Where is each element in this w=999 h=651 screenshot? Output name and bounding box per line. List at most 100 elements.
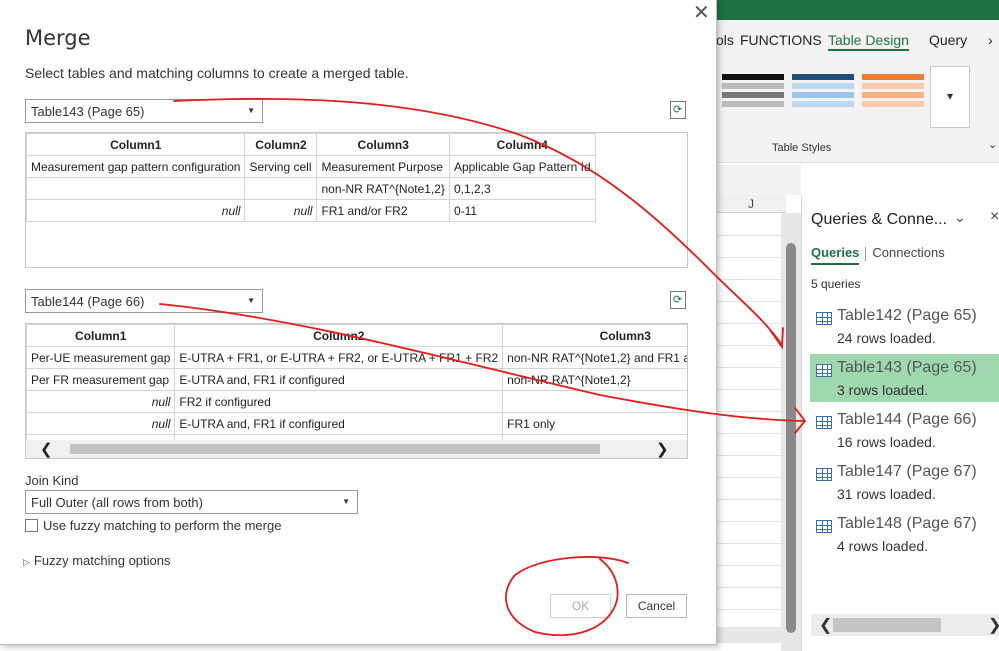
- fuzzy-options-expander[interactable]: ▷ Fuzzy matching options: [23, 553, 171, 568]
- expand-triangle-icon: ▷: [23, 557, 30, 567]
- cell: FR1 only: [502, 412, 687, 435]
- cell: 0-11: [448, 199, 596, 222]
- column-header[interactable]: Column1: [26, 133, 246, 156]
- column-header[interactable]: Column4: [448, 133, 596, 156]
- cell: Measurement gap pattern configuration: [26, 155, 246, 178]
- cell-null: null: [26, 390, 176, 413]
- tab-connections[interactable]: Connections: [872, 245, 944, 260]
- dialog-title: Merge: [25, 26, 91, 50]
- merge-dialog: ✕ Merge Select tables and matching colum…: [0, 0, 717, 645]
- table-style-dark[interactable]: [722, 74, 784, 120]
- table1-select[interactable]: Table143 (Page 65) ▼: [25, 99, 263, 123]
- table-row: null null FR1 and/or FR2 0-11: [26, 199, 596, 222]
- close-icon[interactable]: ✕: [693, 0, 710, 25]
- table2-horizontal-scrollbar[interactable]: ❮ ❯: [26, 440, 687, 458]
- tab-queries[interactable]: Queries: [811, 245, 860, 265]
- ribbon-tab-functions[interactable]: FUNCTIONS: [740, 32, 822, 48]
- table-style-orange[interactable]: [862, 74, 924, 120]
- table-row: null E-UTRA and, FR1 if configured FR1 o…: [26, 412, 687, 435]
- query-name: Table142 (Page 65): [837, 307, 977, 324]
- chevron-down-icon: ▼: [342, 497, 350, 506]
- cell-null: null: [26, 199, 246, 222]
- cell: FR1 and/or FR2: [316, 199, 450, 222]
- queries-pane-tabs: Queries Connections: [811, 245, 945, 265]
- scroll-right-icon[interactable]: ❯: [988, 615, 999, 635]
- table-row: Per FR measurement gap E-UTRA and, FR1 i…: [26, 368, 687, 391]
- cell: FR2 if configured: [174, 390, 504, 413]
- table-row: Measurement gap pattern configuration Se…: [26, 155, 596, 178]
- column-header[interactable]: Column3: [502, 324, 687, 347]
- query-item[interactable]: Table142 (Page 65) 24 rows loaded.: [810, 302, 999, 350]
- pane-scroll-thumb[interactable]: [833, 618, 941, 632]
- query-rows: 3 rows loaded.: [837, 382, 929, 398]
- cell-null: null: [502, 390, 687, 413]
- query-rows: 24 rows loaded.: [837, 330, 936, 346]
- column-header-j[interactable]: J: [716, 195, 786, 213]
- fuzzy-matching-label: Use fuzzy matching to perform the merge: [43, 518, 282, 533]
- cell: Serving cell: [244, 155, 318, 178]
- fuzzy-matching-option[interactable]: Use fuzzy matching to perform the merge: [25, 518, 281, 533]
- table-styles-label: Table Styles: [772, 142, 832, 154]
- query-item-selected[interactable]: Table143 (Page 65) 3 rows loaded.: [810, 354, 999, 402]
- cell: Measurement Purpose: [316, 155, 450, 178]
- ribbon-tab-bar: ols FUNCTIONS Table Design Query ›: [716, 20, 999, 58]
- formula-strip: [716, 165, 801, 195]
- cell: 0,1,2,3: [448, 177, 596, 200]
- query-item[interactable]: Table144 (Page 66) 16 rows loaded.: [810, 406, 999, 454]
- table2-scroll-thumb[interactable]: [70, 444, 600, 454]
- chevron-down-icon: ▼: [247, 296, 255, 305]
- cell: E-UTRA + FR1, or E-UTRA + FR2, or E-UTRA…: [174, 346, 504, 369]
- ribbon-tab-tools[interactable]: ols: [716, 32, 734, 48]
- ok-button[interactable]: OK: [550, 594, 611, 618]
- cell: E-UTRA and, FR1 if configured: [174, 368, 504, 391]
- table-row: Per-UE measurement gap E-UTRA + FR1, or …: [26, 346, 687, 369]
- scroll-left-icon[interactable]: ❮: [819, 615, 832, 635]
- refresh-preview-icon[interactable]: ⟳: [670, 291, 686, 309]
- pane-options-chevron-icon[interactable]: ⌄: [954, 209, 966, 226]
- table2-select-value: Table144 (Page 66): [31, 294, 145, 309]
- query-name: Table143 (Page 65): [837, 359, 977, 376]
- sheet-vertical-scrollbar[interactable]: [781, 213, 801, 651]
- column-header[interactable]: Column1: [26, 324, 176, 347]
- join-kind-select[interactable]: Full Outer (all rows from both) ▼: [25, 490, 358, 514]
- sheet-horizontal-scrollbar[interactable]: [716, 627, 781, 643]
- table2-preview[interactable]: Column1 Column2 Column3 C Per-UE measure…: [25, 323, 688, 459]
- queries-pane-title: Queries & Conne...: [811, 211, 948, 228]
- fuzzy-matching-checkbox[interactable]: [25, 519, 38, 532]
- cancel-button[interactable]: Cancel: [626, 594, 687, 618]
- query-rows: 16 rows loaded.: [837, 434, 936, 450]
- table-icon: [816, 520, 832, 533]
- queries-connections-pane: Queries & Conne... ⌄ × Queries Connection…: [801, 196, 999, 651]
- ribbon-tab-query[interactable]: Query: [929, 32, 967, 48]
- table-style-blue[interactable]: [792, 74, 854, 120]
- table-icon: [816, 468, 832, 481]
- column-header[interactable]: Column3: [316, 133, 450, 156]
- cell: Per-UE measurement gap: [26, 346, 176, 369]
- join-kind-label: Join Kind: [25, 473, 79, 488]
- query-item[interactable]: Table147 (Page 67) 31 rows loaded.: [810, 458, 999, 506]
- ribbon-tab-table-design[interactable]: Table Design: [828, 32, 909, 51]
- pane-horizontal-scrollbar[interactable]: ❮ ❯: [811, 614, 999, 636]
- scroll-right-icon[interactable]: ❯: [656, 440, 669, 458]
- table-icon: [816, 364, 832, 377]
- ribbon-collapse-icon[interactable]: ⌄: [988, 138, 997, 151]
- worksheet[interactable]: J: [716, 165, 801, 651]
- column-header[interactable]: Column2: [174, 324, 504, 347]
- table1-preview[interactable]: Column1 Column2 Column3 Column4 Measurem…: [25, 132, 688, 268]
- excel-title-bar: [716, 0, 999, 20]
- cell: Per FR measurement gap: [26, 368, 176, 391]
- ribbon-scroll-right-icon[interactable]: ›: [988, 32, 993, 48]
- sheet-scroll-thumb[interactable]: [786, 243, 796, 633]
- table-icon: [816, 312, 832, 325]
- query-name: Table148 (Page 67): [837, 515, 977, 532]
- table-row: non-NR RAT^{Note1,2} 0,1,2,3: [26, 177, 596, 200]
- dialog-subtitle: Select tables and matching columns to cr…: [25, 65, 409, 81]
- column-header[interactable]: Column2: [244, 133, 318, 156]
- pane-close-icon[interactable]: ×: [990, 208, 999, 226]
- table-styles-more-button[interactable]: ▾: [930, 66, 970, 128]
- table2-select[interactable]: Table144 (Page 66) ▼: [25, 289, 263, 313]
- scroll-left-icon[interactable]: ❮: [40, 440, 53, 458]
- refresh-preview-icon[interactable]: ⟳: [670, 101, 686, 119]
- query-rows: 31 rows loaded.: [837, 486, 936, 502]
- query-item[interactable]: Table148 (Page 67) 4 rows loaded.: [810, 510, 999, 558]
